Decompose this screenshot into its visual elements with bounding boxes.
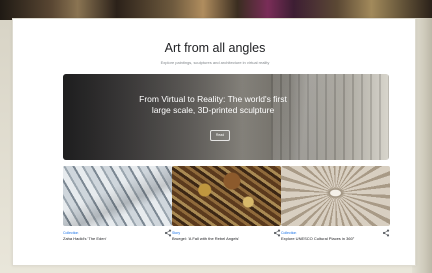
share-icon[interactable] xyxy=(382,229,390,237)
card-image[interactable] xyxy=(172,166,281,226)
hero-banner[interactable]: From Virtual to Reality: The world's fir… xyxy=(63,74,389,160)
card-image[interactable] xyxy=(281,166,390,226)
card-1[interactable]: Collection Zaha Hadid's 'The Eden' xyxy=(63,166,172,261)
hero-overlay xyxy=(63,74,273,160)
card-title[interactable]: Bruegel: 'A Fall with the Rebel Angels' xyxy=(172,236,264,241)
share-icon[interactable] xyxy=(164,229,172,237)
card-image[interactable] xyxy=(63,166,172,226)
card-2[interactable]: Story Bruegel: 'A Fall with the Rebel An… xyxy=(172,166,281,261)
hero-title: From Virtual to Reality: The world's fir… xyxy=(139,94,287,115)
page-subtitle: Explore paintings, sculptures and archit… xyxy=(160,60,270,65)
page-title: Art from all angles xyxy=(164,41,266,55)
sculpture-image xyxy=(271,74,389,160)
card-category: Collection xyxy=(63,231,79,235)
card-title[interactable]: Zaha Hadid's 'The Eden' xyxy=(63,236,155,241)
share-icon[interactable] xyxy=(273,229,281,237)
card-title[interactable]: Explore UNESCO Cultural Places in 360° xyxy=(281,236,373,241)
web-page: Art from all angles Explore paintings, s… xyxy=(12,18,416,266)
hero-read-button[interactable]: Read xyxy=(210,130,230,141)
card-3[interactable]: Collection Explore UNESCO Cultural Place… xyxy=(281,166,390,261)
card-category: Collection xyxy=(281,231,297,235)
card-category: Story xyxy=(172,231,181,235)
gallery-wall-strip xyxy=(0,0,432,20)
